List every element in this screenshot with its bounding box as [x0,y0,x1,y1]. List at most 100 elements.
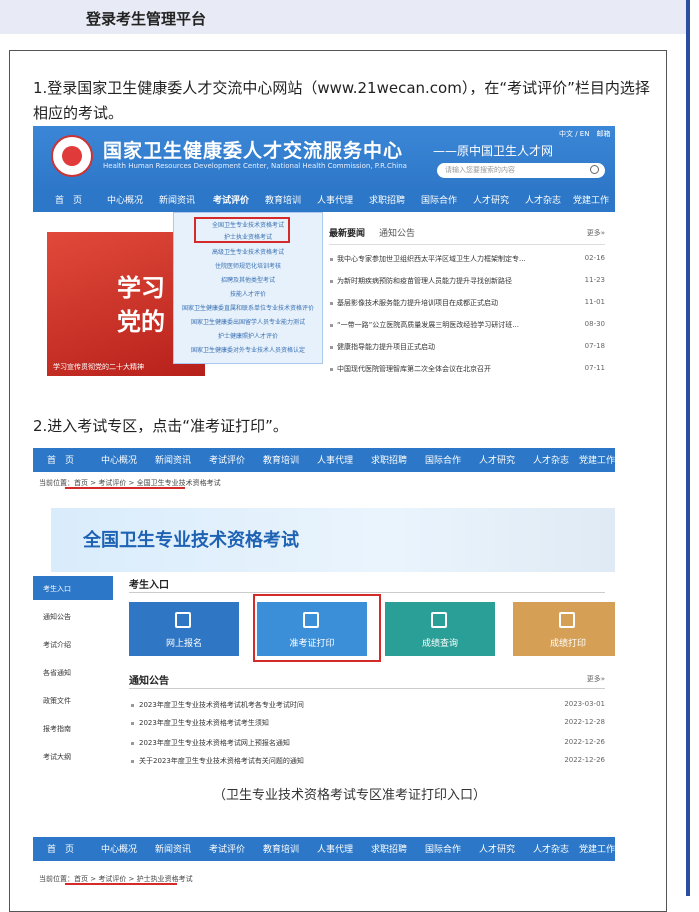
nav-item[interactable]: 首 页 [55,193,82,206]
dropdown-item[interactable]: 国家卫生健康委对外专业技术人员资格认定 [174,345,322,354]
nav-item[interactable]: 新闻资讯 [155,453,191,466]
dropdown-item[interactable]: 住院医师规范化培训考核 [174,261,322,270]
nav-item[interactable]: 考试评价 [209,453,245,466]
list-item[interactable]: 健康指导能力提升项目正式启动 07-18 [329,338,605,356]
step1-text: 1.登录国家卫生健康委人才交流中心网站（www.21wecan.com），在“考… [33,79,650,122]
more-link[interactable]: 更多» [587,228,605,238]
table-row[interactable]: 2023年度卫生专业技术资格考试网上预报名通知 2022-12-26 [129,734,605,752]
nav-item[interactable]: 新闻资讯 [159,193,195,206]
banner-text-1: 学习 [117,274,165,302]
banner-text-2: 党的 [117,308,165,336]
breadcrumb: 当前位置：首页 > 考试评价 > 护士执业资格考试 [39,875,193,885]
nav-item[interactable]: 党建工作 [579,842,615,855]
nav-item[interactable]: 人才杂志 [525,193,561,206]
list-item[interactable]: 基层影像技术服务能力提升培训项目在成都正式启动 11-01 [329,294,605,312]
website-screenshot: 国家卫生健康委人才交流服务中心 Health Human Resources D… [33,126,615,388]
side-menu-item[interactable]: 通知公告 [33,604,113,628]
step2-text: 2.进入考试专区，点击“准考证打印”。 [33,417,288,435]
exam-title-panel: 全国卫生专业技术资格考试 [51,508,615,572]
nav-item[interactable]: 求职招聘 [369,193,405,206]
online-registration-button[interactable]: 网上报名 [129,602,239,656]
site-logo [51,135,93,177]
nurse-exam-screenshot: 首 页 中心概况 新闻资讯 考试评价 教育培训 人事代理 求职招聘 国际合作 人… [33,837,615,896]
nav-item[interactable]: 首 页 [47,453,74,466]
nav-item-exam[interactable]: 考试评价 [213,193,249,206]
nav-item[interactable]: 中心概况 [107,193,143,206]
nav-item[interactable]: 中心概况 [101,453,137,466]
side-menu-item[interactable]: 政策文件 [33,688,113,712]
dropdown-item[interactable]: 高级卫生专业技术资格考试 [174,247,322,256]
exam-zone-screenshot: 首 页 中心概况 新闻资讯 考试评价 教育培训 人事代理 求职招聘 国际合作 人… [33,448,615,772]
nav-item[interactable]: 人才研究 [479,453,515,466]
breadcrumb: 当前位置：首页 > 考试评价 > 全国卫生专业技术资格考试 [39,479,221,489]
nav-item[interactable]: 人才研究 [479,842,515,855]
nav-item[interactable]: 党建工作 [573,193,609,206]
nav-item[interactable]: 人事代理 [317,193,353,206]
tab-notices[interactable]: 通知公告 [379,229,415,239]
table-row[interactable]: 2023年度卫生专业技术资格考试考生须知 2022-12-28 [129,714,605,732]
dropdown-item[interactable]: 护士健康照护人才评价 [174,331,322,340]
printer-icon [559,612,575,628]
breadcrumb-underline [65,487,185,489]
figure-caption: （卫生专业技术资格考试专区准考证打印入口） [212,788,486,803]
nav-item[interactable]: 人事代理 [317,453,353,466]
nav-item[interactable]: 人才杂志 [533,842,569,855]
language-switch[interactable]: 中文 / EN 邮箱 [559,129,610,139]
main-nav: 首 页 中心概况 新闻资讯 考试评价 教育培训 人事代理 求职招聘 国际合作 人… [33,188,615,274]
side-menu-item-active[interactable]: 考生入口 [33,576,113,600]
nav-item[interactable]: 求职招聘 [371,453,407,466]
nav-item[interactable]: 新闻资讯 [155,842,191,855]
nav-item[interactable]: 教育培训 [263,453,299,466]
dropdown-item[interactable]: 国家卫生健康委出国留学人员专业能力测试 [174,317,322,326]
score-print-button[interactable]: 成绩打印 [513,602,615,656]
section-header: 登录考生管理平台 [0,0,690,34]
nav-item[interactable]: 国际合作 [425,453,461,466]
nav-item[interactable]: 教育培训 [263,842,299,855]
document-search-icon [431,612,447,628]
exam-dropdown-menu: 全国卫生专业技术资格考试 护士执业资格考试 高级卫生专业技术资格考试 住院医师规… [173,212,323,364]
side-menu-item[interactable]: 考试大纲 [33,744,113,768]
side-menu-item[interactable]: 考试介绍 [33,632,113,656]
section-entry-label: 考生入口 [129,580,169,591]
nav-item[interactable]: 人才杂志 [533,453,569,466]
table-row[interactable]: 关于2023年度卫生专业技术资格考试有关问题的通知 2022-12-26 [129,752,605,770]
news-panel: 最新要闻 通知公告 更多» 我中心专家参加世卫组织西太平洋区域卫生人力框架制定专.… [329,222,615,384]
section-title: 登录考生管理平台 [86,10,207,28]
dropdown-item[interactable]: 招聘及其他类型考试 [174,275,322,284]
side-menu-item[interactable]: 报考指南 [33,716,113,740]
nav-item[interactable]: 国际合作 [421,193,457,206]
site-english-name: Health Human Resources Development Cente… [103,162,407,170]
dropdown-item[interactable]: 技能人才评价 [174,289,322,298]
nav-item[interactable]: 人事代理 [317,842,353,855]
main-nav: 首 页 中心概况 新闻资讯 考试评价 教育培训 人事代理 求职招聘 国际合作 人… [33,837,615,861]
dropdown-item[interactable]: 国家卫生健康委直属和联系单位专业技术资格评价 [174,303,322,312]
nav-item[interactable]: 求职招聘 [371,842,407,855]
dropdown-item[interactable]: 全国卫生专业技术资格考试 [174,220,322,229]
score-query-button[interactable]: 成绩查询 [385,602,495,656]
notices-label: 通知公告 [129,676,169,687]
breadcrumb-underline [65,883,177,885]
list-item[interactable]: 中国现代医院管理智库第二次全体会议在北京召开 07-11 [329,360,605,378]
list-item[interactable]: 为新时期疾病预防和疫苗管理人员能力提升寻找创新路径 11-23 [329,272,605,290]
nav-item[interactable]: 党建工作 [579,453,615,466]
search-input[interactable]: 请输入您要搜索的内容 [437,163,605,178]
nav-item[interactable]: 首 页 [47,842,74,855]
more-link[interactable]: 更多» [587,674,605,684]
banner-caption: 学习宣传贯彻党的二十大精神 [53,363,144,371]
search-placeholder: 请输入您要搜索的内容 [445,166,515,174]
main-nav: 首 页 中心概况 新闻资讯 考试评价 教育培训 人事代理 求职招聘 国际合作 人… [33,448,615,472]
table-row[interactable]: 2023年度卫生专业技术资格考试机考各专业考试时间 2023-03-01 [129,696,605,714]
dropdown-item[interactable]: 护士执业资格考试 [174,232,322,241]
nav-item[interactable]: 考试评价 [209,842,245,855]
nav-item[interactable]: 人才研究 [473,193,509,206]
side-menu-item[interactable]: 各省通知 [33,660,113,684]
search-icon[interactable] [590,165,599,174]
mail-link[interactable]: 邮箱 [596,130,610,138]
list-item[interactable]: “一带一路”公立医院高质量发展三明医改经验学习研讨班... 08-30 [329,316,605,334]
list-item[interactable]: 我中心专家参加世卫组织西太平洋区域卫生人力框架制定专... 02-16 [329,250,605,268]
pen-icon [175,612,191,628]
nav-item[interactable]: 国际合作 [425,842,461,855]
nav-item[interactable]: 中心概况 [101,842,137,855]
nav-item[interactable]: 教育培训 [265,193,301,206]
tab-latest-news[interactable]: 最新要闻 [329,229,365,239]
